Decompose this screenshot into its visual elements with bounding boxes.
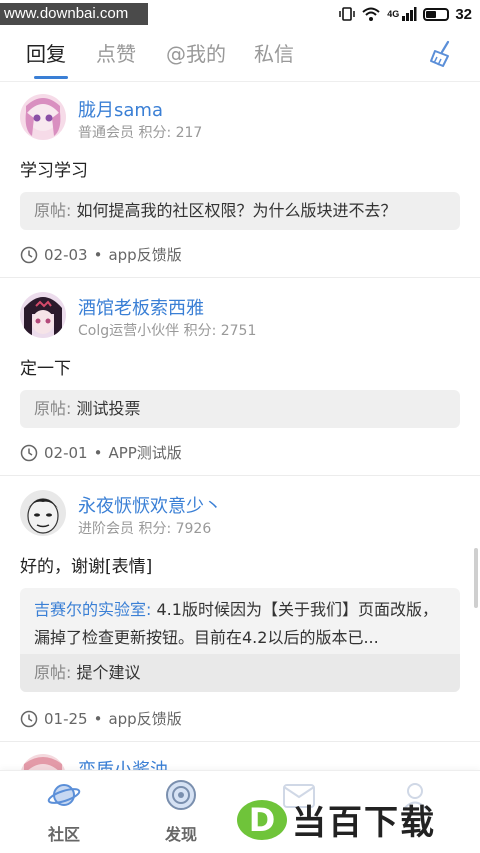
original-post-quote[interactable]: 原帖: 提个建议 [20,654,460,692]
post-date: 02-03 [44,245,88,264]
separator-dot: • [93,443,103,462]
nav-discover-label: 发现 [164,825,197,844]
nav-community-label: 社区 [47,825,80,844]
clock-icon [20,444,38,461]
post-board[interactable]: app反馈版 [108,244,181,265]
reply-content: 学习学习 [20,161,88,181]
avatar[interactable] [20,292,66,338]
quote-label: 原帖: [34,399,72,418]
original-post-quote[interactable]: 原帖: 如何提高我的社区权限？为什么版块进不去？ [20,192,460,230]
signal-icon [402,7,417,21]
avatar[interactable] [20,490,66,536]
brand-logo-letter: D [249,801,276,839]
brand-logo: D [237,799,287,840]
compass-icon [166,780,196,810]
nav-community[interactable]: 社区 [34,777,94,845]
watermark: www.downbai.com [0,3,148,25]
reply-item[interactable]: 酒馆老板索西雅 Colg运营小伙伴 积分: 2751 定一下 原帖: 测试投票 … [0,278,480,476]
quote-label: 原帖: [34,663,72,682]
separator-dot: • [93,709,103,728]
username[interactable]: 永夜恹恹欢意少丶 [78,492,222,518]
reply-content: 好的，谢谢[表情] [20,557,153,577]
bottom-navigation: 社区 发现 D 当百下载 [0,770,480,853]
post-date: 01-25 [44,709,88,728]
status-icons: 4G 32 [339,4,472,24]
status-bar: www.downbai.com 4G 32 [0,0,480,28]
brand-text: 当百下载 [292,803,436,843]
nav-discover[interactable]: 发现 [151,777,211,845]
vibrate-icon [339,7,356,21]
post-board[interactable]: app反馈版 [108,708,181,729]
quoted-reply-box[interactable]: 吉赛尔的实验室: 4.1版时候因为【关于我们】页面改版，漏掉了检查更新按钮。目前… [20,588,460,692]
scrollbar[interactable] [474,548,478,608]
planet-icon [47,784,81,806]
quoted-reply: 吉赛尔的实验室: 4.1版时候因为【关于我们】页面改版，漏掉了检查更新按钮。目前… [20,588,460,654]
post-board[interactable]: APP测试版 [108,442,181,463]
clock-icon [20,710,38,727]
brand-watermark: D 当百下载 [236,795,436,844]
notification-tabs: 回复 点赞 @我的 私信 [0,28,480,82]
quoted-reply-author[interactable]: 吉赛尔的实验室: [34,600,151,619]
tab-replies[interactable]: 回复 [26,38,66,67]
username[interactable]: 胧月sama [78,96,163,122]
username[interactable]: 酒馆老板索西雅 [78,294,204,320]
wifi-icon [362,7,380,21]
user-meta: 进阶会员 积分: 7926 [78,521,212,537]
post-footer: 01-25 • app反馈版 [20,708,182,729]
clock-icon [20,246,38,263]
clear-broom-icon[interactable] [428,40,454,68]
user-meta: 普通会员 积分: 217 [78,125,203,141]
battery-icon [423,7,450,21]
original-post-quote[interactable]: 原帖: 测试投票 [20,390,460,428]
user-meta: Colg运营小伙伴 积分: 2751 [78,323,257,339]
reply-content: 定一下 [20,359,71,379]
avatar[interactable] [20,94,66,140]
active-tab-indicator [34,76,68,79]
reply-item[interactable]: 胧月sama 普通会员 积分: 217 学习学习 原帖: 如何提高我的社区权限？… [0,82,480,278]
quote-label: 原帖: [34,201,72,220]
post-date: 02-01 [44,443,88,462]
quote-text: 测试投票 [76,399,141,418]
tab-mentions[interactable]: @我的 [166,38,226,67]
post-footer: 02-03 • app反馈版 [20,244,182,265]
battery-level: 32 [455,5,472,23]
reply-item[interactable]: 永夜恹恹欢意少丶 进阶会员 积分: 7926 好的，谢谢[表情] 吉赛尔的实验室… [0,476,480,742]
quote-text: 如何提高我的社区权限？为什么版块进不去？ [76,201,397,220]
post-footer: 02-01 • APP测试版 [20,442,182,463]
tab-likes[interactable]: 点赞 [96,38,136,67]
separator-dot: • [93,245,103,264]
quote-text: 提个建议 [76,663,141,682]
tab-messages[interactable]: 私信 [254,38,294,67]
network-type: 4G [387,9,400,19]
